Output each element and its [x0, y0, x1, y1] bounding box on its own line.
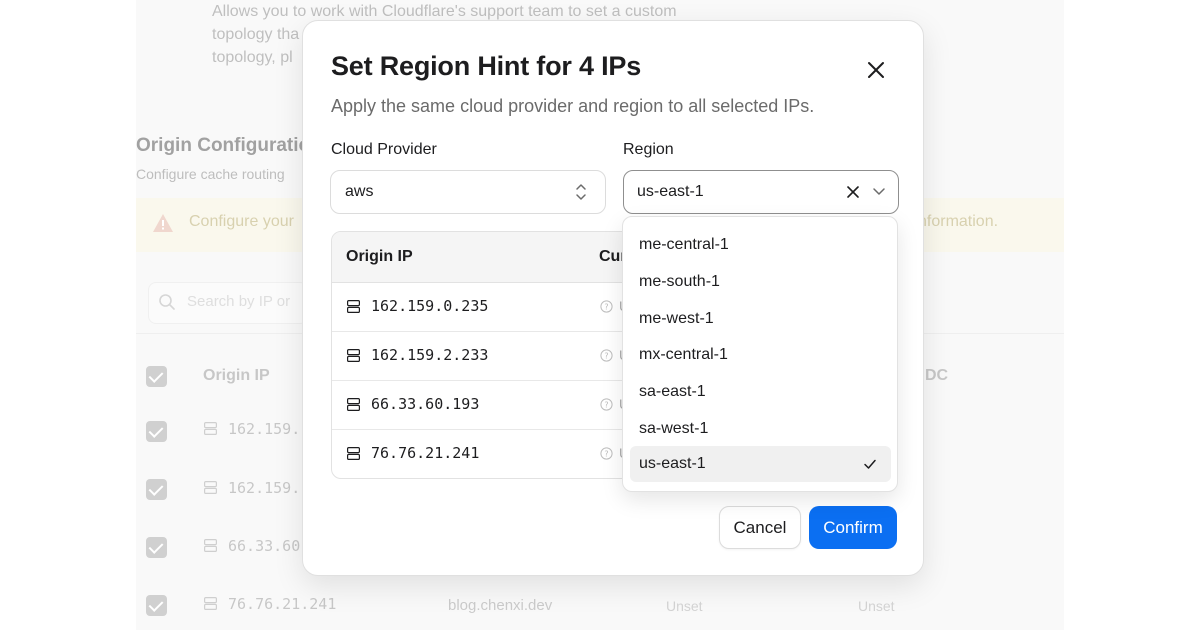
option-label: sa-east-1 [639, 383, 706, 400]
svg-text:?: ? [604, 302, 608, 311]
svg-text:?: ? [604, 351, 608, 360]
region-value: us-east-1 [637, 183, 704, 200]
clear-icon[interactable] [845, 184, 861, 200]
region-options-listbox: me-central-1 me-south-1 me-west-1 mx-cen… [622, 216, 898, 492]
server-icon [347, 349, 360, 362]
option-label: sa-west-1 [639, 420, 709, 437]
chevron-up-down-icon [576, 184, 586, 200]
column-header-origin-ip: Origin IP [346, 248, 413, 265]
help-circle-icon: ? [600, 398, 613, 411]
dialog-title: Set Region Hint for 4 IPs [331, 51, 642, 81]
table-row: 76.76.21.241 ? U [332, 430, 630, 478]
region-option[interactable]: me-south-1 [630, 264, 891, 300]
server-icon [347, 447, 360, 460]
cancel-button[interactable]: Cancel [719, 506, 801, 549]
table-row: 162.159.0.235 ? U [332, 283, 630, 332]
region-option[interactable]: me-central-1 [630, 227, 891, 263]
table-row: 162.159.2.233 ? U [332, 332, 630, 381]
chevron-down-icon[interactable] [872, 186, 886, 198]
row-ip: 162.159.0.235 [371, 297, 489, 315]
region-option[interactable]: mx-central-1 [630, 337, 891, 373]
region-option[interactable]: sa-west-1 [630, 411, 891, 447]
svg-text:?: ? [604, 449, 608, 458]
region-combobox[interactable]: us-east-1 [623, 170, 899, 214]
row-ip: 162.159.2.233 [371, 346, 489, 364]
region-option[interactable]: me-west-1 [630, 301, 891, 337]
server-icon [347, 398, 360, 411]
option-label: me-central-1 [639, 236, 729, 253]
help-circle-icon: ? [600, 447, 613, 460]
selected-ips-table: Origin IP Cur 162.159.0.235 ? U 162.159.… [331, 231, 631, 479]
option-label: me-west-1 [639, 310, 714, 327]
provider-value: aws [345, 183, 374, 200]
checkmark-icon [864, 459, 876, 469]
provider-label: Cloud Provider [331, 141, 437, 158]
row-ip: 76.76.21.241 [371, 444, 480, 462]
region-label: Region [623, 141, 674, 158]
confirm-button[interactable]: Confirm [809, 506, 897, 549]
table-header: Origin IP Cur [332, 232, 630, 283]
help-circle-icon: ? [600, 300, 613, 313]
svg-text:?: ? [604, 400, 608, 409]
dialog-description: Apply the same cloud provider and region… [331, 96, 815, 116]
server-icon [347, 300, 360, 313]
help-circle-icon: ? [600, 349, 613, 362]
option-label: mx-central-1 [639, 346, 728, 363]
option-label: us-east-1 [639, 455, 706, 472]
option-label: me-south-1 [639, 273, 720, 290]
table-row: 66.33.60.193 ? U [332, 381, 630, 430]
row-ip: 66.33.60.193 [371, 395, 480, 413]
region-option-selected[interactable]: us-east-1 [630, 446, 891, 482]
close-icon[interactable] [863, 57, 889, 83]
cloud-provider-select[interactable]: aws [330, 170, 606, 214]
region-option[interactable]: sa-east-1 [630, 374, 891, 410]
